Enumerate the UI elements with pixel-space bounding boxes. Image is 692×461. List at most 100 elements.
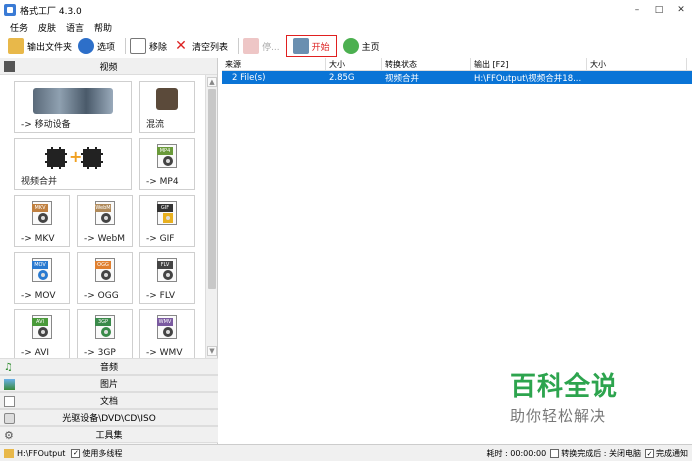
watermark-subtitle: 助你轻松解决 <box>510 407 607 425</box>
mov-file-icon: MOV <box>32 258 52 282</box>
tile-mkv[interactable]: MKV -> MKV <box>14 195 70 247</box>
maximize-button[interactable]: □ <box>648 0 670 20</box>
status-right: 耗时 : 00:00:00 转换完成后 : 关闭电脑 ✓ 完成通知 <box>486 448 688 459</box>
category-video[interactable]: 视频 <box>0 58 217 75</box>
music-note-icon: ♫ <box>4 362 13 373</box>
tile-avi[interactable]: AVI -> AVI <box>14 309 70 358</box>
col-size[interactable]: 大小 <box>326 58 382 70</box>
window-controls: – □ ✕ <box>626 0 692 20</box>
toolbar-divider <box>125 38 127 54</box>
cell-output-size <box>587 71 687 84</box>
video-format-grid: -> 移动设备 混流 + 视频合并 MP4 -> MP4 MKV -> MKV … <box>0 75 205 358</box>
menu-language[interactable]: 语言 <box>66 21 84 34</box>
other-categories: ♫ 音频 图片 文档 光驱设备\DVD\CD\ISO ⚙ 工具集 <box>0 358 218 443</box>
tile-mix-stream[interactable]: 混流 <box>139 81 195 133</box>
window-title: 格式工厂 4.3.0 <box>20 6 82 17</box>
picture-icon <box>4 379 15 390</box>
notify-label: 完成通知 <box>656 449 688 458</box>
cell-status: 视频合并 <box>385 73 420 84</box>
3gp-file-icon: 3GP <box>95 315 115 339</box>
tile-mov[interactable]: MOV -> MOV <box>14 252 70 304</box>
remove-icon <box>130 38 147 54</box>
stop-button[interactable]: 停... <box>243 36 280 56</box>
gear-icon: ⚙ <box>4 429 14 442</box>
cell-output: H:\FFOutput\视频合并18... <box>474 73 582 84</box>
title-bar: 格式工厂 4.3.0 – □ ✕ <box>0 0 692 20</box>
menu-task[interactable]: 任务 <box>10 21 28 34</box>
avi-file-icon: AVI <box>32 315 52 339</box>
category-disc[interactable]: 光驱设备\DVD\CD\ISO <box>0 409 218 426</box>
home-button[interactable]: 主页 <box>342 36 380 56</box>
webm-file-icon: WebM <box>95 201 115 225</box>
options-icon <box>78 38 95 54</box>
col-status[interactable]: 转换状态 <box>382 58 471 70</box>
mkv-file-icon: MKV <box>32 201 52 225</box>
output-folder-icon <box>4 448 14 458</box>
output-path[interactable]: H:\FFOutput <box>17 449 65 458</box>
tile-webm[interactable]: WebM -> WebM <box>77 195 133 247</box>
mix-stream-icon <box>156 88 178 110</box>
toolbar: 输出文件夹 选项 移除 ✕ 清空列表 停... 开始 主页 <box>0 35 692 57</box>
category-tools[interactable]: ⚙ 工具集 <box>0 426 218 443</box>
watermark: 百科全说 助你轻松解决 <box>510 366 650 426</box>
tile-gif[interactable]: GIF -> GIF <box>139 195 195 247</box>
scroll-thumb[interactable] <box>208 89 216 289</box>
col-source[interactable]: 来源 <box>222 58 326 70</box>
scroll-up-icon[interactable]: ▲ <box>207 77 217 87</box>
cell-source: 2 File(s) <box>232 72 266 83</box>
tile-mp4[interactable]: MP4 -> MP4 <box>139 138 195 190</box>
app-logo-icon <box>4 4 16 16</box>
tile-video-merge[interactable]: + 视频合并 <box>14 138 132 190</box>
mobile-devices-icon <box>33 88 113 114</box>
start-icon <box>292 38 309 54</box>
col-output-size[interactable]: 大小 <box>587 58 687 70</box>
mp4-file-icon: MP4 <box>157 144 177 168</box>
multithread-label: 使用多线程 <box>82 448 123 458</box>
remove-button[interactable]: 移除 <box>130 36 167 56</box>
category-audio[interactable]: ♫ 音频 <box>0 358 218 375</box>
stop-icon <box>243 38 260 54</box>
after-done-label: 转换完成后 : 关闭电脑 <box>561 449 641 458</box>
scroll-down-icon[interactable]: ▼ <box>207 346 217 356</box>
clear-list-button[interactable]: ✕ 清空列表 <box>173 36 228 56</box>
folder-icon <box>8 38 24 54</box>
home-globe-icon <box>342 38 359 54</box>
gif-file-icon: GIF <box>157 201 177 225</box>
category-image[interactable]: 图片 <box>0 375 218 392</box>
ogg-file-icon: OGG <box>95 258 115 282</box>
film-strip-icon <box>81 147 103 169</box>
menu-bar: 任务 皮肤 语言 帮助 <box>0 20 692 35</box>
close-button[interactable]: ✕ <box>670 0 692 20</box>
watermark-title: 百科全说 <box>510 372 619 402</box>
minimize-button[interactable]: – <box>626 0 648 20</box>
tile-ogg[interactable]: OGG -> OGG <box>77 252 133 304</box>
video-category-icon <box>4 61 15 72</box>
toolbar-divider <box>238 38 240 54</box>
clear-x-icon: ✕ <box>175 38 187 54</box>
category-document[interactable]: 文档 <box>0 392 218 409</box>
output-folder-button[interactable]: 输出文件夹 <box>8 36 72 56</box>
start-button[interactable]: 开始 <box>285 35 337 57</box>
tile-flv[interactable]: FLV -> FLV <box>139 252 195 304</box>
after-done-checkbox[interactable] <box>550 449 560 458</box>
menu-help[interactable]: 帮助 <box>94 21 112 34</box>
wmv-file-icon: WMV <box>157 315 177 339</box>
elapsed-time: 耗时 : 00:00:00 <box>486 449 547 458</box>
disc-drive-icon <box>4 413 15 424</box>
film-strip-icon <box>45 147 67 169</box>
task-table-header: 来源 大小 转换状态 输出 [F2] 大小 <box>222 58 692 71</box>
notify-checkbox[interactable]: ✓ <box>645 449 654 458</box>
menu-skin[interactable]: 皮肤 <box>38 21 56 34</box>
document-icon <box>4 396 15 407</box>
col-output[interactable]: 输出 [F2] <box>471 58 587 70</box>
tile-wmv[interactable]: WMV -> WMV <box>139 309 195 358</box>
status-bar: H:\FFOutput ✓ 使用多线程 耗时 : 00:00:00 转换完成后 … <box>0 444 692 461</box>
tile-mobile-device[interactable]: -> 移动设备 <box>14 81 132 133</box>
options-button[interactable]: 选项 <box>78 36 115 56</box>
category-panel: 视频 -> 移动设备 混流 + 视频合并 MP4 -> MP4 MKV -> M… <box>0 58 218 444</box>
table-row[interactable]: 2 File(s) 2.85G 视频合并 H:\FFOutput\视频合并18.… <box>222 71 692 84</box>
multithread-checkbox[interactable]: ✓ <box>71 448 81 458</box>
cell-size: 2.85G <box>329 72 355 83</box>
category-scrollbar[interactable]: ▲ ▼ <box>205 75 217 358</box>
tile-3gp[interactable]: 3GP -> 3GP <box>77 309 133 358</box>
